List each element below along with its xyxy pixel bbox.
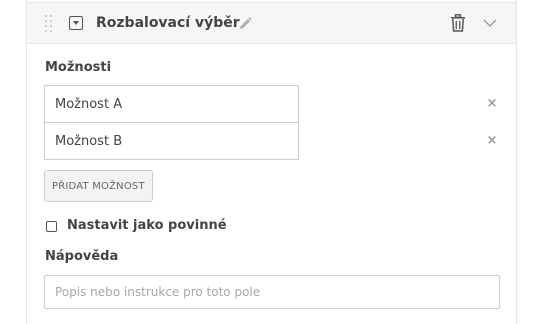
field-title: Rozbalovací výběr — [96, 15, 240, 31]
trash-icon[interactable] — [450, 14, 466, 32]
required-checkbox[interactable] — [46, 221, 57, 232]
field-editor-panel: Rozbalovací výběr Možnosti × × PŘIDAT MO… — [26, 0, 517, 324]
remove-option-icon[interactable]: × — [485, 97, 499, 111]
chevron-down-icon[interactable] — [482, 17, 498, 29]
option-input[interactable] — [44, 122, 299, 160]
pencil-icon[interactable] — [237, 16, 253, 32]
field-header[interactable]: Rozbalovací výběr — [27, 2, 516, 44]
help-label: Nápověda — [45, 249, 119, 264]
add-option-button[interactable]: PŘIDAT MOŽNOST — [44, 170, 153, 202]
drag-handle-icon[interactable] — [45, 15, 53, 33]
help-text-input[interactable] — [44, 275, 500, 309]
options-label: Možnosti — [45, 60, 112, 75]
remove-option-icon[interactable]: × — [485, 134, 499, 148]
dropdown-select-icon — [69, 16, 83, 30]
option-input[interactable] — [44, 85, 299, 123]
required-label: Nastavit jako povinné — [67, 218, 227, 233]
